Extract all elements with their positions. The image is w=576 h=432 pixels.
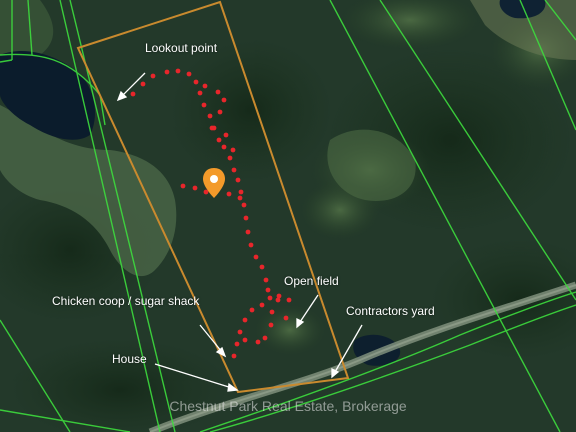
trail-dot	[276, 293, 282, 299]
trail-dot	[231, 167, 237, 173]
trail-dot	[193, 79, 199, 85]
label-lookout-point: Lookout point	[145, 41, 218, 55]
trail-dot	[242, 317, 248, 323]
trail-dot	[197, 90, 203, 96]
trail-dot	[223, 132, 229, 138]
trail-dot	[238, 189, 244, 195]
trail-dot	[130, 91, 136, 97]
trail-dot	[221, 97, 227, 103]
trail-dot	[150, 73, 156, 79]
trail-dot	[237, 329, 243, 335]
trail-dot	[226, 191, 232, 197]
trail-dot	[237, 195, 243, 201]
trail-dot	[253, 254, 259, 260]
trail-dot	[245, 229, 251, 235]
label-open-field: Open field	[284, 274, 339, 288]
trail-dot	[180, 183, 186, 189]
trail-dot	[259, 302, 265, 308]
trail-dot	[215, 89, 221, 95]
trail-dot	[209, 125, 215, 131]
map-canvas	[0, 0, 576, 432]
label-house: House	[112, 352, 147, 366]
trail-dot	[259, 264, 265, 270]
trail-dot	[248, 242, 254, 248]
trail-dot	[263, 277, 269, 283]
trail-dot	[268, 322, 274, 328]
satellite-map[interactable]: Lookout point Open field Chicken coop / …	[0, 0, 576, 432]
watermark: Chestnut Park Real Estate, Brokerage	[169, 398, 407, 414]
trail-dot	[275, 297, 281, 303]
label-chicken-coop: Chicken coop / sugar shack	[52, 294, 200, 308]
trail-dot	[243, 215, 249, 221]
trail-dot	[221, 144, 227, 150]
trail-dot	[201, 102, 207, 108]
trail-dot	[230, 147, 236, 153]
trail-dot	[255, 339, 261, 345]
trail-dot	[202, 83, 208, 89]
trail-dot	[262, 335, 268, 341]
trail-dot	[175, 68, 181, 74]
trail-dot	[164, 69, 170, 75]
trail-dot	[242, 337, 248, 343]
trail-dot	[283, 315, 289, 321]
trail-dot	[267, 295, 273, 301]
trail-dot	[249, 307, 255, 313]
trail-dot	[192, 185, 198, 191]
trail-dot	[231, 353, 237, 359]
trail-dot	[286, 297, 292, 303]
trail-dot	[269, 309, 275, 315]
trail-dot	[241, 202, 247, 208]
trail-dot	[234, 341, 240, 347]
trail-dot	[140, 81, 146, 87]
label-contractors-yard: Contractors yard	[346, 304, 435, 318]
trail-dot	[265, 287, 271, 293]
trail-dot	[217, 109, 223, 115]
trail-dot	[235, 177, 241, 183]
trail-dot	[207, 113, 213, 119]
trail-dot	[186, 71, 192, 77]
trail-dot	[216, 137, 222, 143]
trail-dot	[227, 155, 233, 161]
